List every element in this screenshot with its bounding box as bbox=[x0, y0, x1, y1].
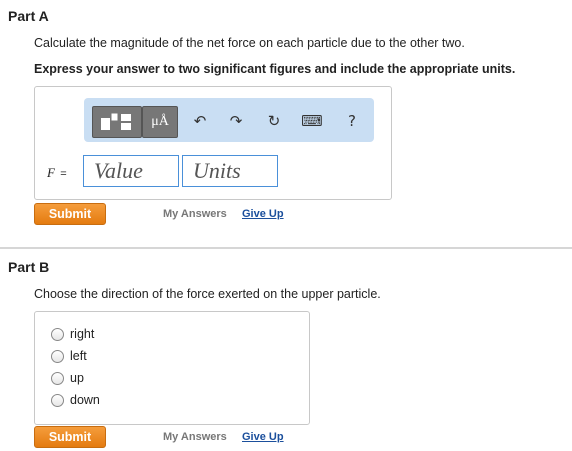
symbols-button[interactable]: μÅ bbox=[142, 106, 178, 138]
option-up-label: up bbox=[70, 371, 84, 385]
radio-down[interactable] bbox=[51, 393, 64, 407]
option-down[interactable]: down bbox=[51, 393, 100, 407]
redo-icon[interactable]: ↷ bbox=[224, 106, 248, 136]
radio-left[interactable] bbox=[51, 349, 64, 363]
help-button[interactable]: ? bbox=[342, 106, 362, 136]
force-label: F = bbox=[47, 165, 67, 181]
template-icon bbox=[101, 113, 131, 130]
keyboard-icon[interactable]: ⌨ bbox=[300, 106, 324, 136]
part-a-submit-button[interactable]: Submit bbox=[34, 203, 106, 225]
part-b-submit-button[interactable]: Submit bbox=[34, 426, 106, 448]
option-up[interactable]: up bbox=[51, 371, 84, 385]
option-down-label: down bbox=[70, 393, 100, 407]
part-a-title: Part A bbox=[8, 8, 49, 24]
part-b-give-up-link[interactable]: Give Up bbox=[242, 431, 284, 443]
part-b-my-answers-link[interactable]: My Answers bbox=[163, 431, 227, 443]
option-left[interactable]: left bbox=[51, 349, 87, 363]
radio-up[interactable] bbox=[51, 371, 64, 385]
part-a-give-up-link[interactable]: Give Up bbox=[242, 208, 284, 220]
part-a-instruction: Calculate the magnitude of the net force… bbox=[34, 36, 465, 50]
math-toolbar: μÅ ↶ ↷ ↻ ⌨ ? bbox=[84, 98, 374, 142]
reset-icon[interactable]: ↻ bbox=[262, 106, 286, 136]
answer-box: μÅ ↶ ↷ ↻ ⌨ ? F = bbox=[34, 86, 392, 200]
direction-options: right left up down bbox=[34, 311, 310, 425]
section-divider bbox=[0, 247, 572, 249]
part-a-my-answers-link[interactable]: My Answers bbox=[163, 208, 227, 220]
undo-icon[interactable]: ↶ bbox=[188, 106, 212, 136]
part-b-title: Part B bbox=[8, 259, 50, 275]
option-right-label: right bbox=[70, 327, 95, 341]
option-left-label: left bbox=[70, 349, 87, 363]
force-variable: F bbox=[47, 165, 55, 180]
units-input[interactable] bbox=[182, 155, 278, 187]
equals-sign: = bbox=[60, 168, 67, 180]
part-b-instruction: Choose the direction of the force exerte… bbox=[34, 287, 381, 301]
option-right[interactable]: right bbox=[51, 327, 94, 341]
part-a-answer-format: Express your answer to two significant f… bbox=[34, 62, 516, 76]
radio-right[interactable] bbox=[51, 327, 64, 341]
template-button[interactable] bbox=[92, 106, 142, 138]
value-input[interactable] bbox=[83, 155, 179, 187]
